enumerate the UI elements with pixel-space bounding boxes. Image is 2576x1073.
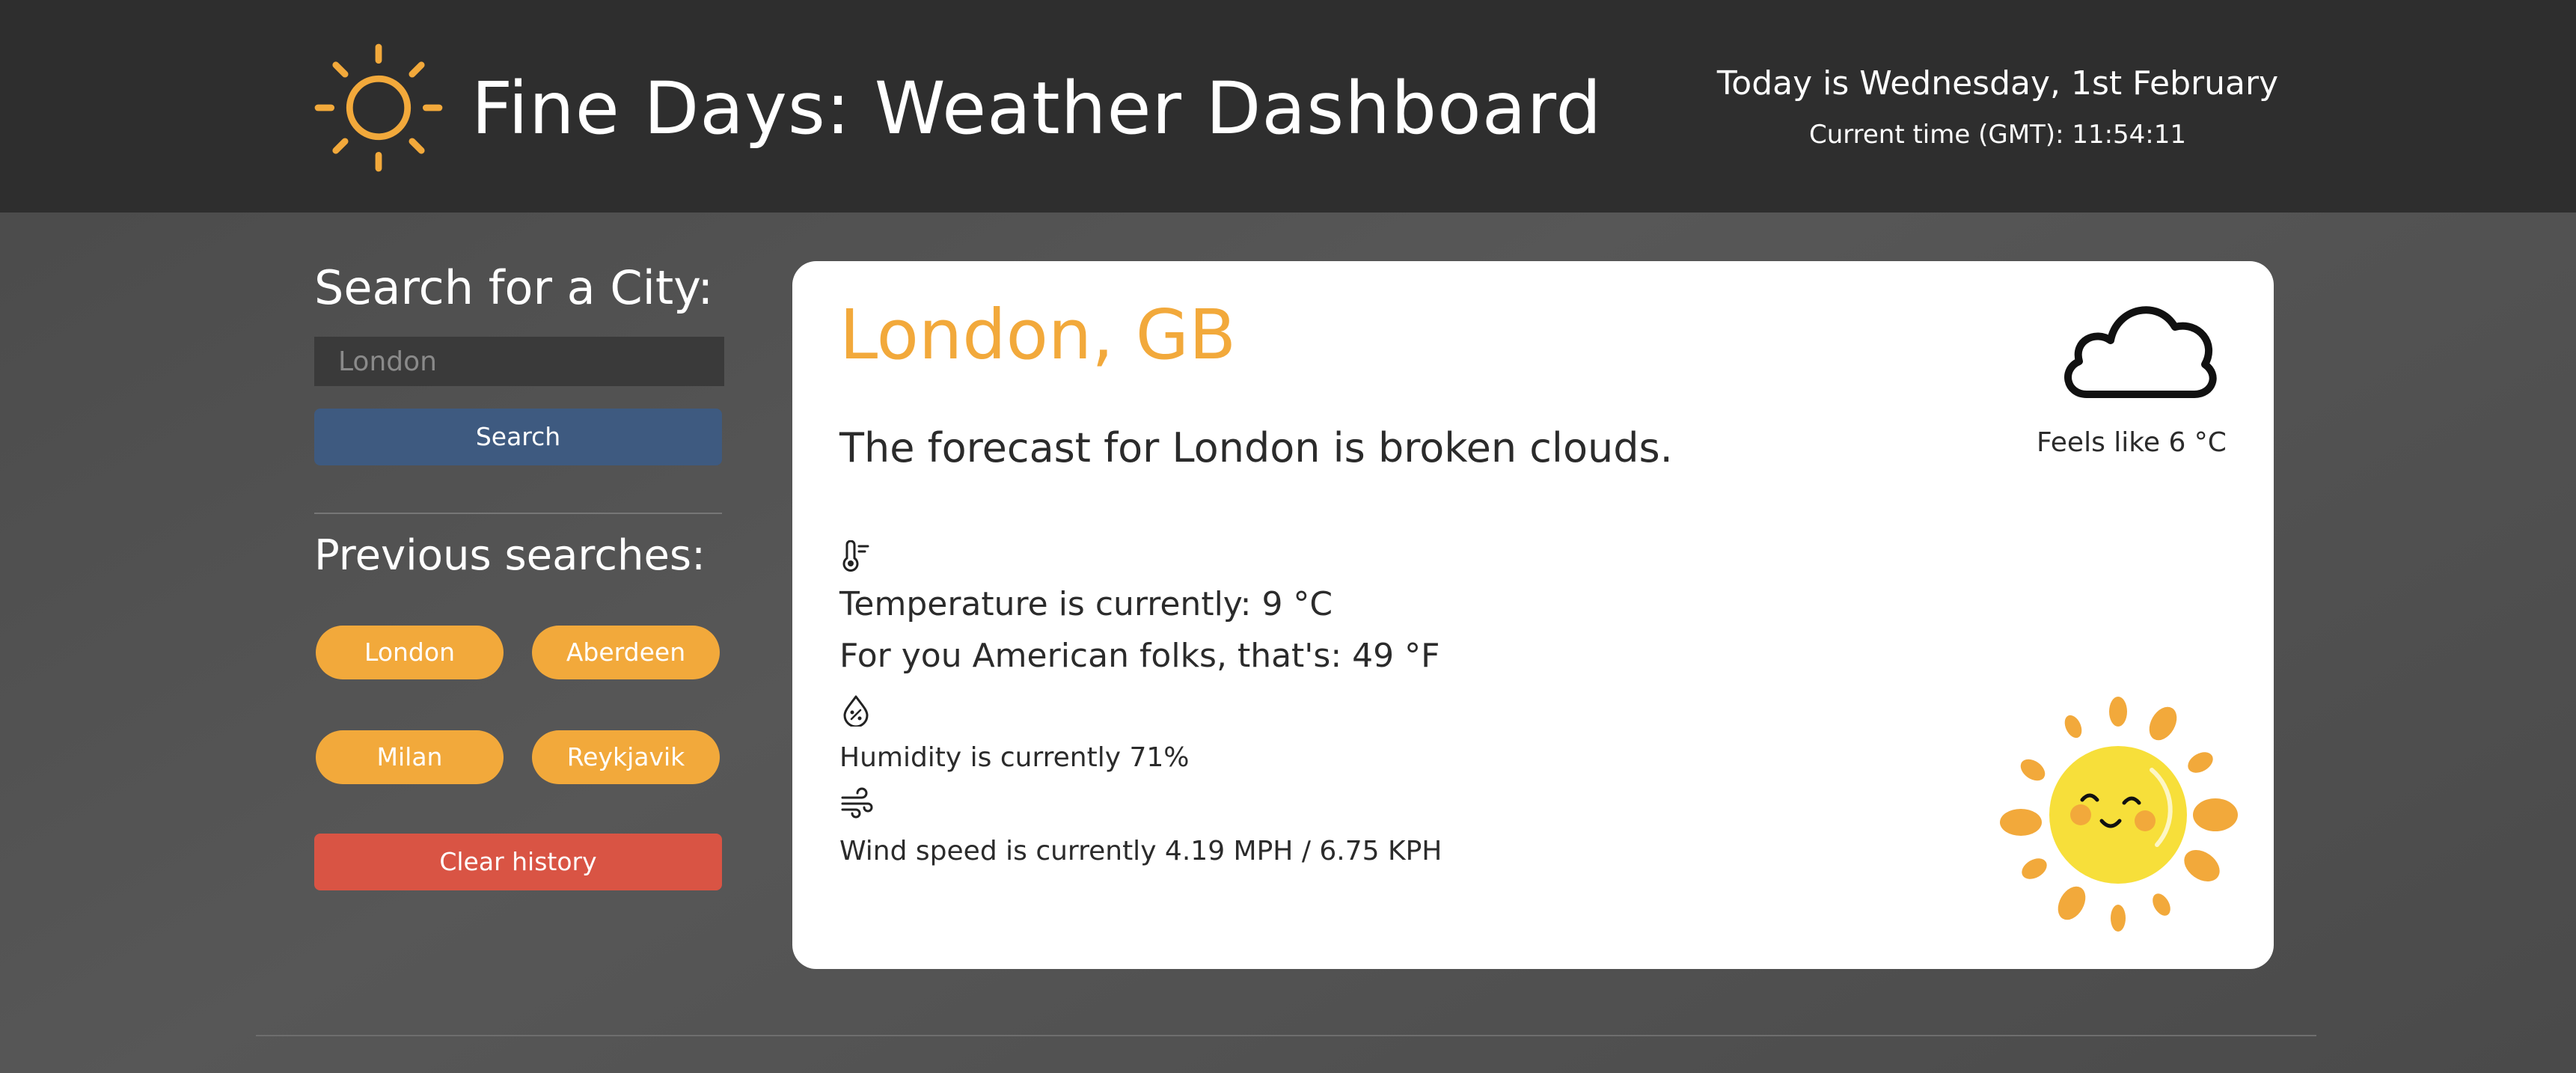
history-button-milan[interactable]: Milan bbox=[316, 730, 504, 784]
sidebar-divider bbox=[314, 513, 722, 514]
search-button[interactable]: Search bbox=[314, 409, 722, 465]
city-search-input[interactable] bbox=[314, 337, 724, 386]
humidity-text: Humidity is currently 71% bbox=[839, 742, 1190, 773]
temperature-fahrenheit: For you American folks, that's: 49 °F bbox=[839, 637, 1440, 675]
history-button-reykjavik[interactable]: Reykjavik bbox=[532, 730, 720, 784]
cloud-icon bbox=[2064, 306, 2217, 398]
current-date: Today is Wednesday, 1st February bbox=[1716, 64, 2279, 103]
weather-card: London, GB The forecast for London is br… bbox=[792, 261, 2274, 969]
previous-searches-heading: Previous searches: bbox=[314, 531, 706, 580]
history-button-aberdeen[interactable]: Aberdeen bbox=[532, 626, 720, 679]
wind-speed-text: Wind speed is currently 4.19 MPH / 6.75 … bbox=[839, 836, 1443, 866]
smiling-sun-icon bbox=[2000, 697, 2238, 932]
wind-icon bbox=[841, 787, 873, 819]
forecast-text: The forecast for London is broken clouds… bbox=[839, 424, 1673, 471]
clear-history-button[interactable]: Clear history bbox=[314, 834, 722, 890]
feels-like-text: Feels like 6 °C bbox=[2037, 427, 2227, 458]
search-heading: Search for a City: bbox=[314, 260, 714, 315]
footer-divider bbox=[256, 1035, 2316, 1036]
current-time: Current time (GMT): 11:54:11 bbox=[1808, 120, 2187, 150]
temperature-celsius: Temperature is currently: 9 °C bbox=[839, 585, 1333, 623]
sun-logo-icon bbox=[314, 43, 443, 172]
app-title: Fine Days: Weather Dashboard bbox=[471, 67, 1603, 150]
humidity-drop-icon bbox=[843, 695, 869, 727]
history-button-london[interactable]: London bbox=[316, 626, 504, 679]
thermometer-icon bbox=[842, 540, 869, 572]
page-header: Fine Days: Weather Dashboard Today is We… bbox=[0, 0, 2576, 213]
city-name: London, GB bbox=[839, 295, 1237, 375]
